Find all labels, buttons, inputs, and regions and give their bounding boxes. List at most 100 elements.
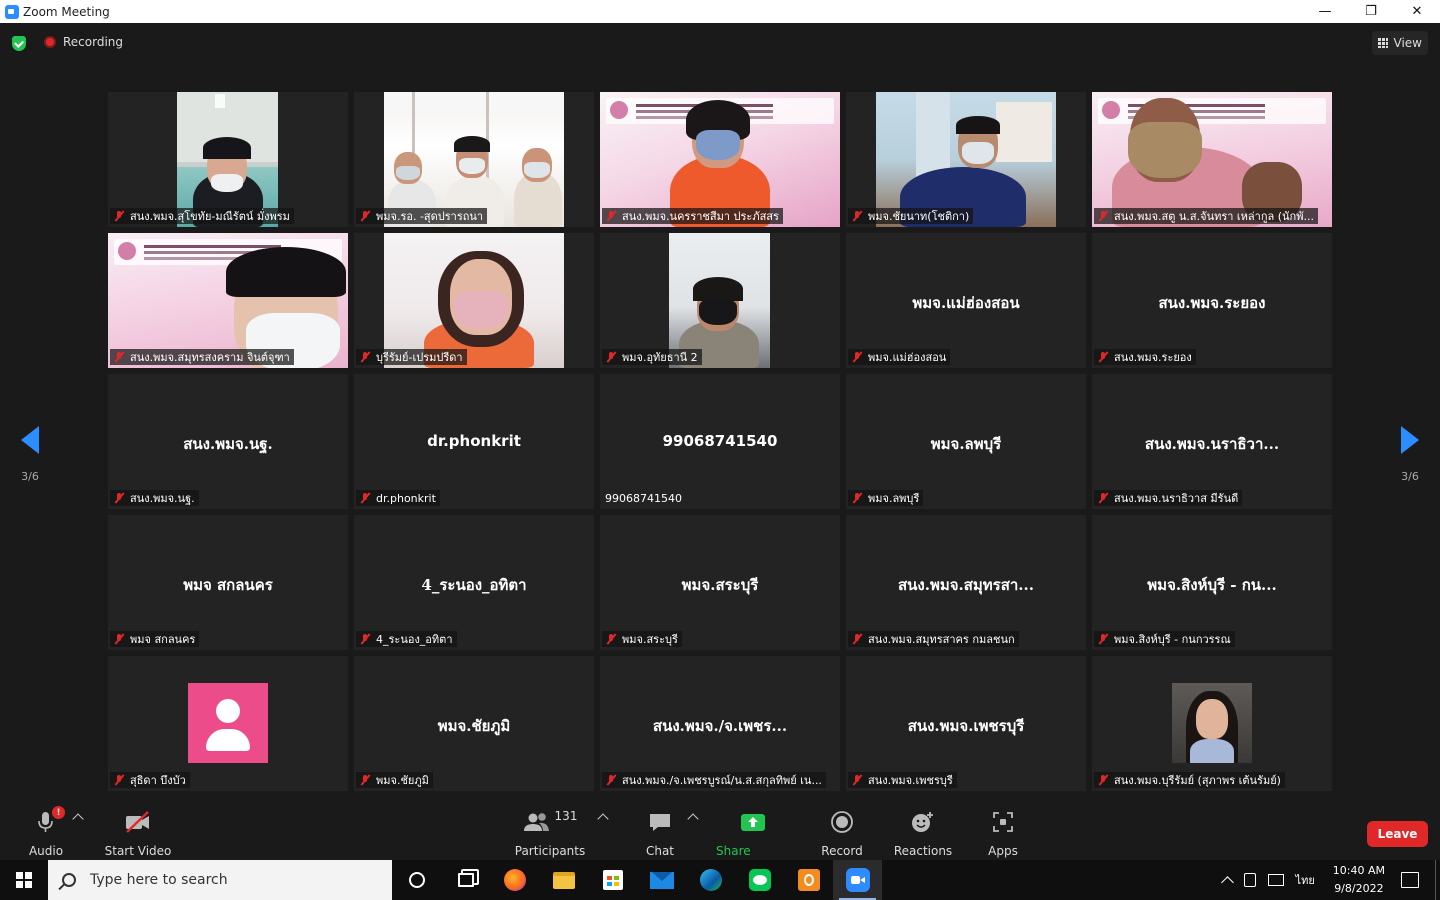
input-language[interactable]: ไทย	[1296, 871, 1315, 889]
participant-tile[interactable]: สนง.พมจ.ระยอง สนง.พมจ.ระยอง	[1092, 233, 1332, 368]
participant-video	[177, 92, 278, 227]
participant-tile[interactable]: สนง.พมจ.นราธิวา... สนง.พมจ.นราธิวาส มีรั…	[1092, 374, 1332, 509]
show-desktop-button[interactable]	[1435, 860, 1440, 900]
search-placeholder: Type here to search	[90, 872, 228, 888]
participant-name-label: สนง.พมจ.สมุทรสาคร กมลชนก	[848, 631, 1019, 647]
pdf-icon[interactable]	[784, 860, 833, 900]
participants-label: Participants	[514, 844, 586, 858]
participant-name-label: พมจ.ชัยนาท(โชติกา)	[848, 208, 974, 224]
cortana-icon[interactable]	[392, 860, 441, 900]
muted-mic-icon	[359, 492, 371, 504]
recording-dot-icon	[44, 36, 56, 48]
minimize-button[interactable]: —	[1302, 0, 1348, 23]
chat-options-caret-icon[interactable]	[687, 813, 699, 825]
participant-tile[interactable]: สนง.พมจ.สมุทรสา... สนง.พมจ.สมุทรสาคร กมล…	[846, 515, 1086, 650]
close-button[interactable]: ✕	[1394, 0, 1440, 23]
window-controls: — ❐ ✕	[1302, 0, 1440, 23]
restore-button[interactable]: ❐	[1348, 0, 1394, 23]
participant-tile[interactable]: 4_ระนอง_อทิตา 4_ระนอง_อทิตา	[354, 515, 594, 650]
participant-name-label: สนง.พมจ.ระยอง	[1094, 349, 1196, 365]
participant-tile[interactable]: สนง.พมจ.สตู น.ส.จันทรา เหล่ากูล (นักพั..…	[1092, 92, 1332, 227]
start-video-button[interactable]: Start Video	[104, 808, 172, 858]
meet-now-icon[interactable]	[1243, 873, 1256, 887]
audio-alert-badge: !	[52, 806, 65, 819]
audio-options-caret-icon[interactable]	[72, 813, 84, 825]
participant-tile[interactable]: พมจ.สระบุรี พมจ.สระบุรี	[600, 515, 840, 650]
participant-tile[interactable]: พมจ สกลนคร พมจ สกลนคร	[108, 515, 348, 650]
chat-icon	[648, 808, 672, 836]
apps-button[interactable]: Apps	[984, 808, 1022, 858]
participant-tile[interactable]: บุรีรัมย์-เปรมปรีดา	[354, 233, 594, 368]
view-button[interactable]: View	[1371, 31, 1428, 55]
show-hidden-icons-chevron-icon[interactable]	[1220, 875, 1234, 889]
leave-button[interactable]: Leave	[1367, 821, 1428, 847]
participant-tile[interactable]: สนง.พมจ.สุโขทัย-มณีรัตน์ มั่งพรม	[108, 92, 348, 227]
next-page-button[interactable]: 3/6	[1380, 395, 1440, 485]
participant-tile[interactable]: สนง.พมจ.เพชรบุรี สนง.พมจ.เพชรบุรี	[846, 656, 1086, 791]
muted-mic-icon	[851, 351, 863, 363]
start-button[interactable]	[0, 860, 48, 900]
participants-options-caret-icon[interactable]	[597, 813, 609, 825]
task-view-icon[interactable]	[441, 860, 490, 900]
participant-tile[interactable]: สนง.พมจ.สมุทรสงคราม จินต์จุฑา	[108, 233, 348, 368]
participant-tile[interactable]: พมจ.ลพบุรี พมจ.ลพบุรี	[846, 374, 1086, 509]
participant-tile[interactable]: พมจ.อุทัยธานี 2	[600, 233, 840, 368]
record-button[interactable]: Record	[820, 808, 864, 858]
record-label: Record	[821, 844, 863, 858]
audio-button[interactable]: ! Audio	[28, 806, 65, 858]
security-shield-icon[interactable]	[12, 36, 26, 51]
muted-mic-icon	[605, 633, 617, 645]
participants-count: 131	[554, 809, 578, 823]
zoom-icon[interactable]	[833, 860, 882, 900]
recording-indicator[interactable]: Recording	[44, 35, 123, 49]
store-icon[interactable]	[588, 860, 637, 900]
page-indicator-left: 3/6	[21, 470, 39, 483]
muted-mic-icon	[605, 210, 617, 222]
muted-mic-icon	[1097, 351, 1109, 363]
participant-name-label: สนง.พมจ.สตู น.ส.จันทรา เหล่ากูล (นักพั..…	[1094, 208, 1318, 224]
muted-mic-icon	[113, 774, 125, 786]
participant-video	[876, 92, 1056, 227]
taskbar-clock[interactable]: 10:40 AM 9/8/2022	[1333, 862, 1385, 898]
profile-photo-avatar	[1172, 683, 1252, 763]
clock-date: 9/8/2022	[1334, 882, 1384, 895]
muted-mic-icon	[1097, 492, 1109, 504]
windows-logo-icon	[16, 872, 32, 888]
participant-display-name: พมจ.สิงห์บุรี - กน...	[1147, 576, 1277, 594]
participants-button[interactable]: 131 Participants	[514, 808, 586, 858]
participant-tile[interactable]: สนง.พมจ./จ.เพชร... สนง.พมจ./จ.เพชรบูรณ์/…	[600, 656, 840, 791]
participant-tile[interactable]: พมจ.รอ. -สุดปรารถนา	[354, 92, 594, 227]
participant-video	[1092, 92, 1332, 227]
page-indicator-right: 3/6	[1401, 470, 1419, 483]
participant-tile[interactable]: พมจ.สิงห์บุรี - กน... พมจ.สิงห์บุรี - กน…	[1092, 515, 1332, 650]
participant-tile[interactable]: สนง.พมจ.บุรีรัมย์ (สุภาพร เต้นรัมย์)	[1092, 656, 1332, 791]
reactions-button[interactable]: Reactions	[894, 808, 952, 858]
mail-icon[interactable]	[637, 860, 686, 900]
taskbar-search-box[interactable]: Type here to search	[48, 860, 392, 900]
participant-tile[interactable]: พมจ.ชัยนาท(โชติกา)	[846, 92, 1086, 227]
participant-name-label: สนง.พมจ.นฐ.	[110, 490, 199, 506]
participant-tile[interactable]: dr.phonkrit dr.phonkrit	[354, 374, 594, 509]
previous-page-button[interactable]: 3/6	[0, 395, 60, 485]
notifications-icon[interactable]	[1401, 872, 1419, 888]
participant-tile[interactable]: พมจ.แม่ฮ่องสอน พมจ.แม่ฮ่องสอน	[846, 233, 1086, 368]
participant-tile[interactable]: พมจ.ชัยภูมิ พมจ.ชัยภูมิ	[354, 656, 594, 791]
firefox-icon[interactable]	[490, 860, 539, 900]
file-explorer-icon[interactable]	[539, 860, 588, 900]
participant-display-name: สนง.พมจ.นราธิวา...	[1144, 435, 1280, 453]
line-icon[interactable]	[735, 860, 784, 900]
participant-display-name: สนง.พมจ.สมุทรสา...	[898, 576, 1034, 594]
participant-tile[interactable]: สุธิดา บึงบัว	[108, 656, 348, 791]
participant-name-label: พมจ.แม่ฮ่องสอน	[848, 349, 951, 365]
participant-tile[interactable]: สนง.พมจ.นฐ. สนง.พมจ.นฐ.	[108, 374, 348, 509]
participant-name-label: สุธิดา บึงบัว	[110, 772, 190, 788]
participant-tile[interactable]: 99068741540 99068741540	[600, 374, 840, 509]
muted-mic-icon	[605, 774, 617, 786]
muted-mic-icon	[359, 774, 371, 786]
participant-name-label: สนง.พมจ.สุโขทัย-มณีรัตน์ มั่งพรม	[110, 208, 294, 224]
muted-mic-icon	[113, 633, 125, 645]
network-icon[interactable]	[1267, 874, 1284, 886]
participant-tile[interactable]: สนง.พมจ.นครราชสีมา ประภัสสร	[600, 92, 840, 227]
edge-icon[interactable]	[686, 860, 735, 900]
chat-button[interactable]: Chat	[640, 808, 680, 858]
